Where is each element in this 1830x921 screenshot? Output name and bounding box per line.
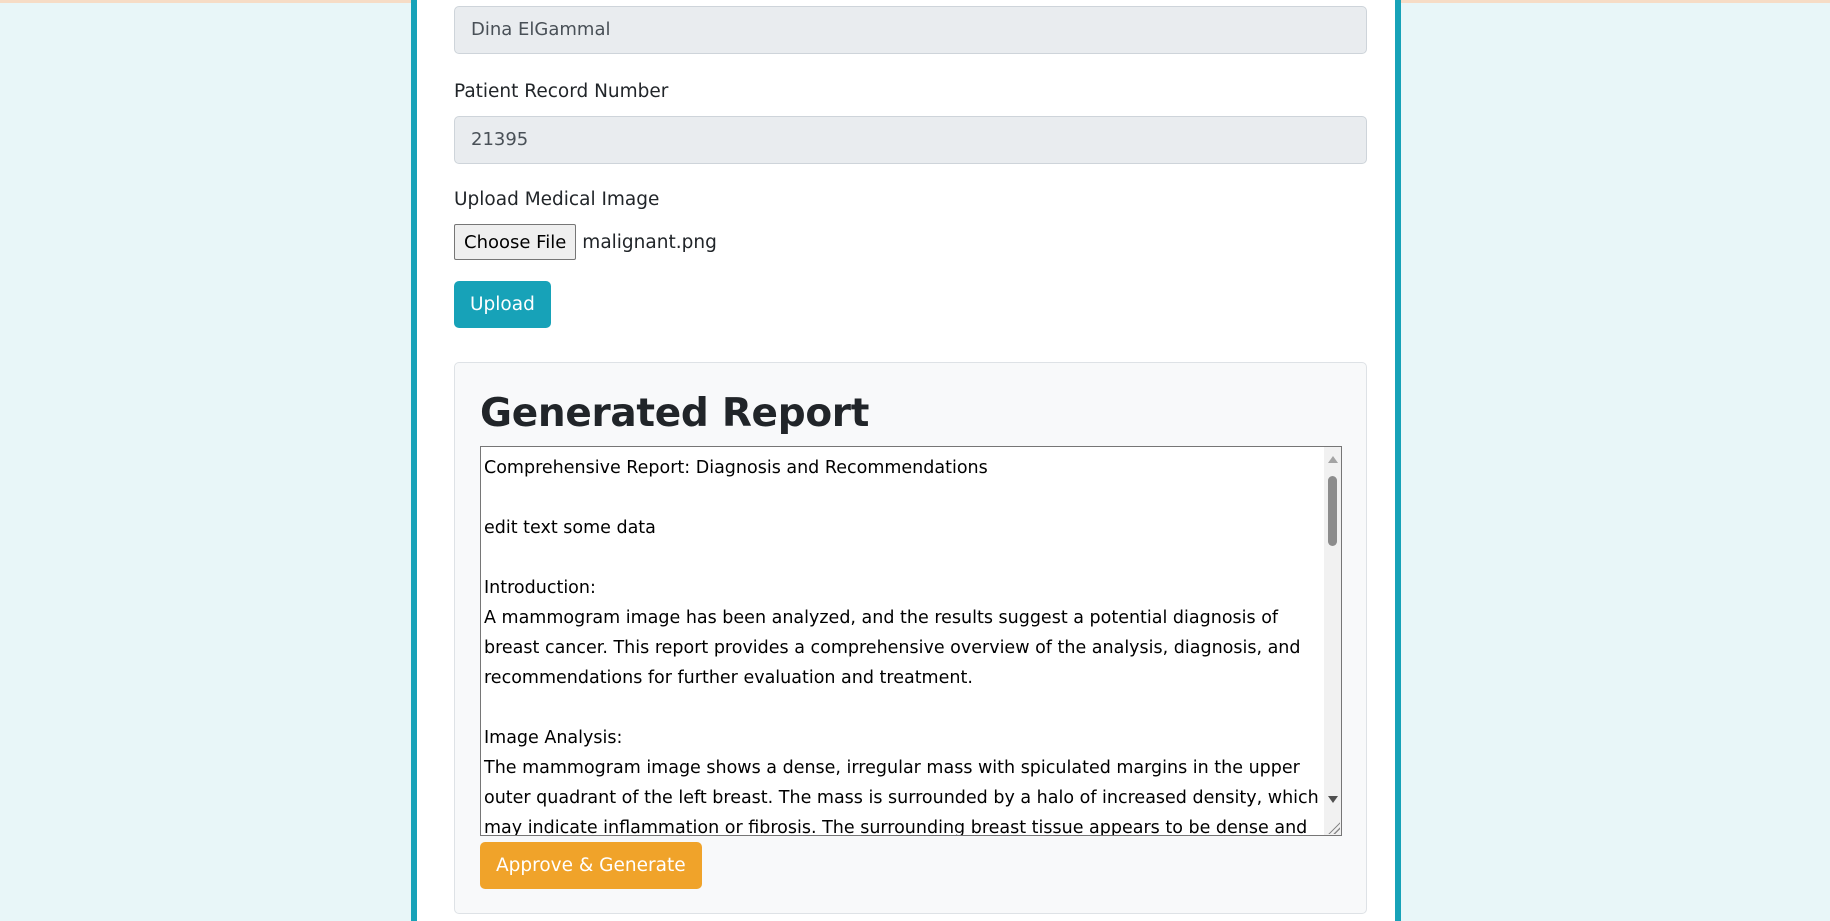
- main-container: Dina ElGammal Patient Record Number 2139…: [411, 0, 1401, 921]
- upload-button[interactable]: Upload: [454, 281, 551, 328]
- scroll-down-arrow-icon[interactable]: [1328, 796, 1338, 803]
- report-text: Comprehensive Report: Diagnosis and Reco…: [484, 458, 1319, 836]
- scroll-up-arrow-icon[interactable]: [1328, 456, 1338, 463]
- generated-report-card: Generated Report Comprehensive Report: D…: [454, 362, 1367, 914]
- approve-generate-button[interactable]: Approve & Generate: [480, 842, 702, 889]
- patient-name-field[interactable]: Dina ElGammal: [454, 6, 1367, 54]
- upload-image-label: Upload Medical Image: [454, 189, 660, 210]
- scroll-thumb[interactable]: [1328, 476, 1337, 546]
- patient-form: Dina ElGammal Patient Record Number 2139…: [454, 6, 1367, 328]
- textarea-scrollbar[interactable]: [1324, 447, 1341, 835]
- report-title: Generated Report: [480, 391, 870, 436]
- file-input: Choose File malignant.png: [454, 224, 1367, 260]
- record-number-field[interactable]: 21395: [454, 116, 1367, 164]
- selected-file-name: malignant.png: [582, 231, 717, 253]
- choose-file-button[interactable]: Choose File: [454, 224, 577, 260]
- record-number-label: Patient Record Number: [454, 81, 669, 102]
- resize-grip-icon[interactable]: [1328, 822, 1340, 834]
- report-textarea[interactable]: Comprehensive Report: Diagnosis and Reco…: [480, 446, 1342, 836]
